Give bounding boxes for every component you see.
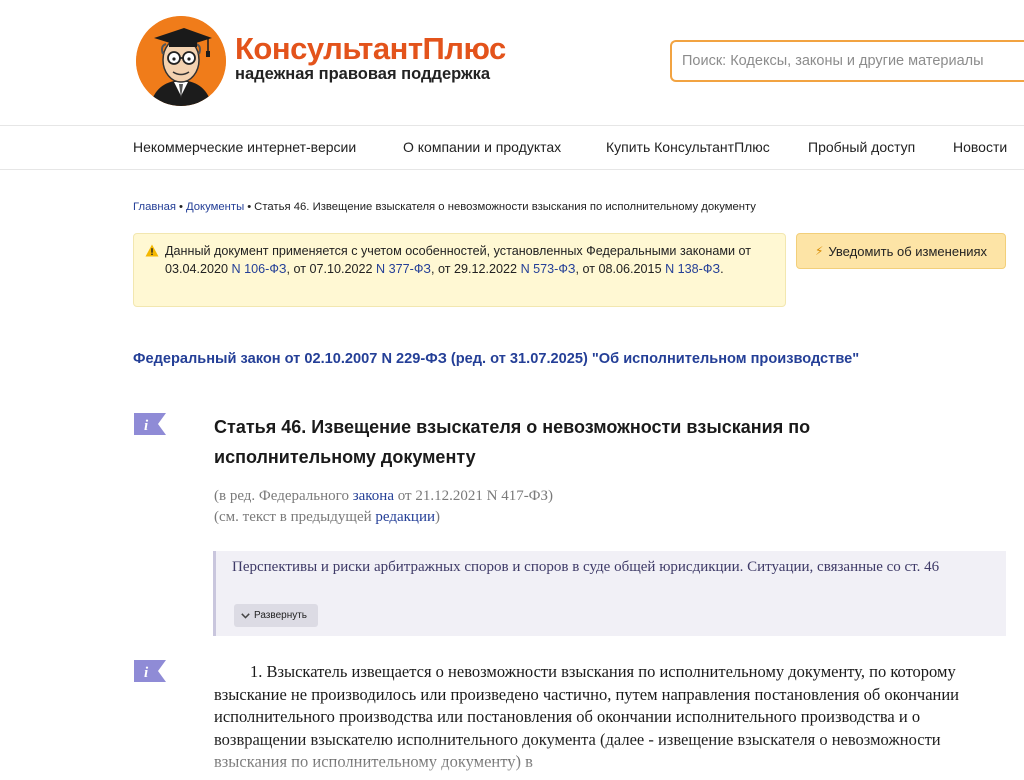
previous-edition-link[interactable]: редакции (375, 509, 435, 525)
breadcrumb-separator: • (247, 201, 252, 213)
logo-subtitle: надежная правовая поддержка (235, 65, 491, 83)
law-title-link[interactable]: Федеральный закон от 02.10.2007 N 229-ФЗ… (133, 351, 859, 367)
logo[interactable]: КонсультантПлюс надежная правовая поддер… (136, 16, 526, 108)
applicability-warning: Данный документ применяется с учетом осо… (133, 233, 786, 307)
perspectives-text[interactable]: Перспективы и риски арбитражных споров и… (232, 557, 962, 577)
breadcrumb-home[interactable]: Главная (133, 201, 176, 213)
info-icon[interactable]: i (134, 660, 166, 682)
edition-text: (в ред. Федерального (214, 488, 353, 504)
breadcrumb-current: Статья 46. Извещение взыскателя о невозм… (254, 201, 756, 213)
search-box (670, 40, 1024, 82)
warning-law-link-138[interactable]: N 138-ФЗ (665, 262, 720, 276)
notify-changes-button[interactable]: ⚡ Уведомить об изменениях (796, 233, 1006, 269)
chevron-down-icon (241, 612, 250, 619)
warning-law-link-377[interactable]: N 377-ФЗ (376, 262, 431, 276)
warning-law-link-573[interactable]: N 573-ФЗ (521, 262, 576, 276)
breadcrumb-separator: • (179, 201, 183, 213)
breadcrumb: Главная • Документы • Статья 46. Извещение в… (133, 201, 756, 213)
logo-professor-image (136, 16, 226, 106)
nav-item-buy[interactable]: Купить КонсультантПлюс (606, 139, 770, 155)
warning-law-link-106[interactable]: N 106-ФЗ (232, 262, 287, 276)
breadcrumb-docs[interactable]: Документы (186, 201, 244, 213)
edition-text: от 21.12.2021 N 417-ФЗ) (394, 488, 554, 504)
nav-item-trial[interactable]: Пробный доступ (808, 139, 915, 155)
edition-law-link[interactable]: закона (353, 488, 394, 504)
expand-label: Развернуть (254, 610, 308, 621)
warning-icon (145, 244, 159, 257)
edition-text: ) (435, 509, 441, 525)
main-nav: Некоммерческие интернет-версии О компани… (0, 126, 1024, 170)
article-title: Статья 46. Извещение взыскателя о невозм… (214, 417, 811, 467)
edition-notes: (в ред. Федерального закона от 21.12.202… (214, 486, 553, 528)
warning-text: , от 29.12.2022 (431, 262, 521, 276)
lightning-icon: ⚡ (814, 244, 824, 258)
previous-edition-line: (см. текст в предыдущей редакции) (214, 507, 553, 528)
logo-title: КонсультантПлюс (235, 31, 506, 66)
site-header: КонсультантПлюс надежная правовая поддер… (0, 0, 1024, 126)
notify-changes-label: Уведомить об изменениях (828, 243, 988, 259)
nav-item-about[interactable]: О компании и продуктах (403, 139, 561, 155)
logo-text: КонсультантПлюс надежная правовая поддер… (235, 32, 506, 84)
info-icon[interactable]: i (134, 413, 166, 435)
nav-item-news[interactable]: Новости (953, 139, 1007, 155)
edition-line: (в ред. Федерального закона от 21.12.202… (214, 486, 553, 507)
edition-text: (см. текст в предыдущей (214, 509, 376, 525)
perspectives-block: Перспективы и риски арбитражных споров и… (213, 551, 1006, 636)
warning-text: , от 08.06.2015 (575, 262, 666, 276)
search-input[interactable] (672, 42, 1024, 80)
warning-text: . (720, 262, 724, 276)
article-paragraph-1: 1. Взыскатель извещается о невозможности… (214, 662, 960, 771)
warning-text: , от 07.10.2022 (286, 262, 377, 276)
expand-button[interactable]: Развернуть (234, 604, 318, 627)
nav-item-noncommercial[interactable]: Некоммерческие интернет-версии (133, 139, 356, 155)
